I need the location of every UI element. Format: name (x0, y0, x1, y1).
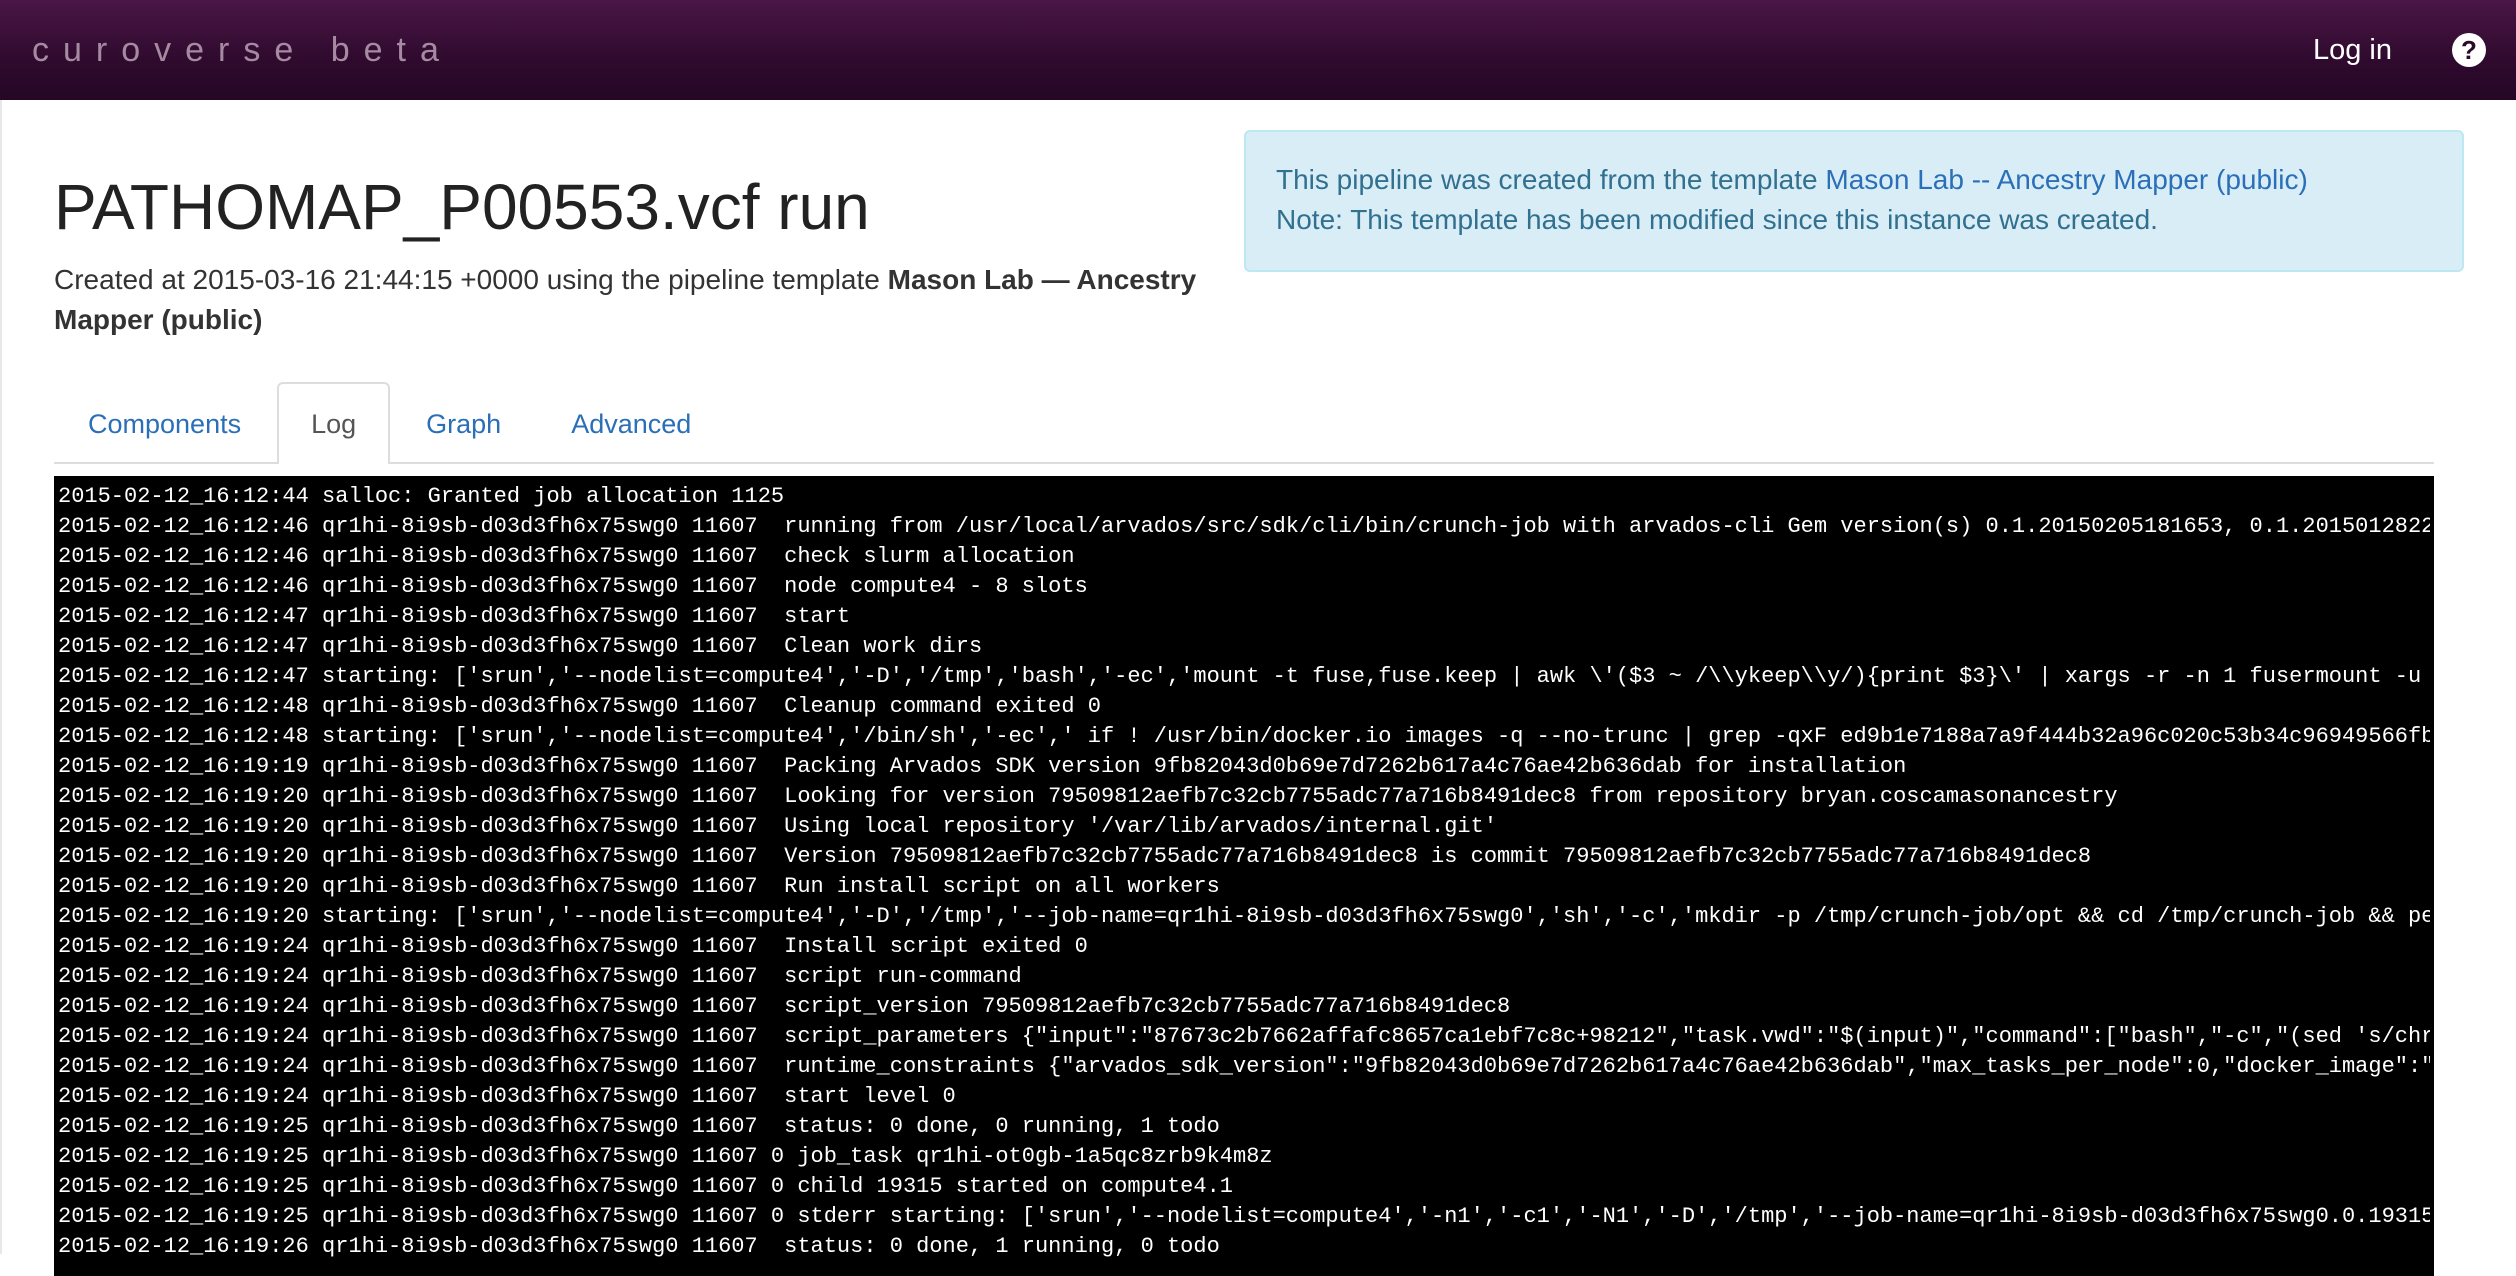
template-link[interactable]: Mason Lab -- Ancestry Mapper (public) (1825, 164, 2307, 195)
created-prefix: Created at 2015-03-16 21:44:15 +0000 usi… (54, 264, 888, 295)
log-line: 2015-02-12_16:19:24 qr1hi-8i9sb-d03d3fh6… (58, 994, 1511, 1019)
log-line: 2015-02-12_16:19:24 qr1hi-8i9sb-d03d3fh6… (58, 1084, 956, 1109)
template-info-alert: This pipeline was created from the templ… (1244, 130, 2464, 272)
top-navbar: curoverse beta Log in ? (0, 0, 2516, 100)
log-line: 2015-02-12_16:19:25 qr1hi-8i9sb-d03d3fh6… (58, 1204, 2430, 1229)
log-line: 2015-02-12_16:19:20 qr1hi-8i9sb-d03d3fh6… (58, 874, 1220, 899)
navbar-right: Log in ? (2313, 0, 2516, 100)
log-line: 2015-02-12_16:19:24 qr1hi-8i9sb-d03d3fh6… (58, 1054, 2430, 1079)
log-line: 2015-02-12_16:19:25 qr1hi-8i9sb-d03d3fh6… (58, 1114, 1220, 1139)
created-info: Created at 2015-03-16 21:44:15 +0000 usi… (54, 260, 1234, 340)
alert-line-1: This pipeline was created from the templ… (1276, 160, 2432, 200)
log-line: 2015-02-12_16:19:20 qr1hi-8i9sb-d03d3fh6… (58, 814, 1498, 839)
tab-advanced[interactable]: Advanced (537, 384, 725, 462)
log-line: 2015-02-12_16:12:48 qr1hi-8i9sb-d03d3fh6… (58, 694, 1101, 719)
alert-prefix: This pipeline was created from the templ… (1276, 164, 1826, 195)
page-title: PATHOMAP_P00553.vcf run (54, 171, 870, 243)
log-line: 2015-02-12_16:19:20 qr1hi-8i9sb-d03d3fh6… (58, 844, 2092, 869)
log-line: 2015-02-12_16:12:47 qr1hi-8i9sb-d03d3fh6… (58, 604, 851, 629)
log-line: 2015-02-12_16:19:24 qr1hi-8i9sb-d03d3fh6… (58, 964, 1022, 989)
log-line: 2015-02-12_16:19:26 qr1hi-8i9sb-d03d3fh6… (58, 1234, 1220, 1259)
log-line: 2015-02-12_16:19:20 starting: ['srun','-… (58, 904, 2430, 929)
main-content: PATHOMAP_P00553.vcf run Created at 2015-… (0, 100, 2516, 1276)
help-icon[interactable]: ? (2452, 33, 2486, 67)
log-line: 2015-02-12_16:12:48 starting: ['srun','-… (58, 724, 2430, 749)
tab-bar: Components Log Graph Advanced (54, 382, 2434, 464)
log-viewer[interactable]: 2015-02-12_16:12:44 salloc: Granted job … (54, 476, 2434, 1276)
log-line: 2015-02-12_16:12:44 salloc: Granted job … (58, 484, 785, 509)
login-link[interactable]: Log in (2313, 34, 2392, 67)
log-line: 2015-02-12_16:19:24 qr1hi-8i9sb-d03d3fh6… (58, 934, 1088, 959)
log-line: 2015-02-12_16:12:47 qr1hi-8i9sb-d03d3fh6… (58, 634, 983, 659)
brand-logo[interactable]: curoverse beta (32, 31, 453, 70)
log-line: 2015-02-12_16:12:46 qr1hi-8i9sb-d03d3fh6… (58, 514, 2430, 539)
log-line: 2015-02-12_16:19:25 qr1hi-8i9sb-d03d3fh6… (58, 1174, 1233, 1199)
log-line: 2015-02-12_16:19:20 qr1hi-8i9sb-d03d3fh6… (58, 784, 2118, 809)
log-line: 2015-02-12_16:19:24 qr1hi-8i9sb-d03d3fh6… (58, 1024, 2430, 1049)
log-line: 2015-02-12_16:12:46 qr1hi-8i9sb-d03d3fh6… (58, 574, 1088, 599)
log-line: 2015-02-12_16:12:46 qr1hi-8i9sb-d03d3fh6… (58, 544, 1075, 569)
log-line: 2015-02-12_16:12:47 starting: ['srun','-… (58, 664, 2430, 689)
log-line: 2015-02-12_16:19:19 qr1hi-8i9sb-d03d3fh6… (58, 754, 1907, 779)
tab-components[interactable]: Components (54, 384, 275, 462)
alert-line-2: Note: This template has been modified si… (1276, 204, 2158, 235)
tab-log[interactable]: Log (277, 382, 391, 464)
tab-graph[interactable]: Graph (392, 384, 535, 462)
log-line: 2015-02-12_16:19:25 qr1hi-8i9sb-d03d3fh6… (58, 1144, 1273, 1169)
